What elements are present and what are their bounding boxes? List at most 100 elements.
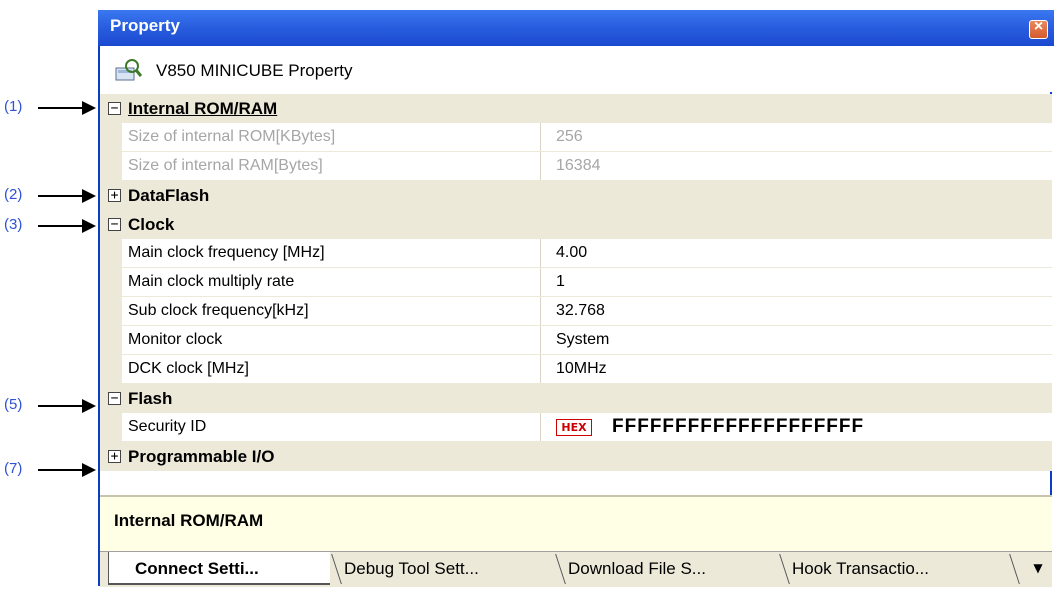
property-row: Size of internal RAM[Bytes] 16384 <box>100 152 1052 181</box>
callout-label: (3) <box>4 216 23 233</box>
category-internal-rom-ram[interactable]: − Internal ROM/RAM <box>100 94 1052 123</box>
column-divider <box>540 413 541 441</box>
property-row[interactable]: Sub clock frequency[kHz] 32.768 <box>100 297 1052 326</box>
tab-debug-tool-settings[interactable]: Debug Tool Sett... <box>344 552 544 585</box>
column-divider <box>540 239 541 267</box>
column-divider <box>540 152 541 180</box>
property-value[interactable]: 1 <box>556 273 565 291</box>
tab-label: Hook Transactio... <box>792 559 930 578</box>
property-name: Main clock multiply rate <box>128 273 295 290</box>
minus-icon: − <box>110 391 119 406</box>
row-gutter <box>100 297 122 325</box>
tab-download-file-settings[interactable]: Download File S... <box>568 552 768 585</box>
column-divider <box>540 268 541 296</box>
property-value: 16384 <box>556 157 601 174</box>
column-divider <box>540 355 541 383</box>
category-flash[interactable]: − Flash <box>100 384 1052 413</box>
tab-separator <box>331 554 342 584</box>
row-gutter <box>100 355 122 383</box>
description-panel: Internal ROM/RAM <box>100 495 1052 551</box>
callout-2: (2) <box>0 184 100 208</box>
tab-strip: Connect Setti... Debug Tool Sett... Down… <box>100 551 1052 587</box>
tab-overflow-icon: ▼ <box>1033 561 1043 575</box>
callout-label: (1) <box>4 98 23 115</box>
plus-icon: + <box>110 188 119 203</box>
arrow-right-icon <box>82 101 96 115</box>
callout-label: (2) <box>4 186 23 203</box>
callout-label: (5) <box>4 396 23 413</box>
arrow-right-icon <box>82 219 96 233</box>
column-divider <box>540 123 541 151</box>
collapse-button[interactable]: − <box>108 101 121 116</box>
callout-arrow-line <box>38 107 84 109</box>
row-gutter <box>100 239 122 267</box>
tab-separator <box>555 554 566 584</box>
property-row[interactable]: DCK clock [MHz] 10MHz <box>100 355 1052 384</box>
callout-arrow-line <box>38 195 84 197</box>
hex-badge-icon: HEX <box>556 419 592 436</box>
arrow-right-icon <box>82 399 96 413</box>
property-header-title: V850 MINICUBE Property <box>156 61 353 80</box>
property-row-security-id[interactable]: Security ID HEX FFFFFFFFFFFFFFFFFFFF <box>100 413 1052 442</box>
callout-arrow-line <box>38 225 84 227</box>
property-name: Size of internal ROM[KBytes] <box>128 128 336 145</box>
row-gutter <box>100 268 122 296</box>
property-value[interactable]: 10MHz <box>556 360 607 378</box>
callout-7: (7) <box>0 458 100 482</box>
property-row[interactable]: Main clock frequency [MHz] 4.00 <box>100 239 1052 268</box>
property-row: Size of internal ROM[KBytes] 256 <box>100 123 1052 152</box>
tab-label: Debug Tool Sett... <box>344 559 479 578</box>
row-gutter <box>100 152 122 180</box>
row-gutter <box>100 413 122 441</box>
tab-separator <box>1009 554 1020 584</box>
tab-separator <box>779 554 790 584</box>
property-name: Security ID <box>128 418 207 435</box>
category-label: Internal ROM/RAM <box>128 99 278 118</box>
callout-1: (1) <box>0 96 100 120</box>
arrow-right-icon <box>82 463 96 477</box>
property-panel: Property × V850 MINICUBE Property − Inte… <box>98 10 1054 587</box>
property-name: Size of internal RAM[Bytes] <box>128 157 323 174</box>
property-row[interactable]: Monitor clock System <box>100 326 1052 355</box>
property-name: Monitor clock <box>128 331 223 348</box>
tab-hook-transaction-settings[interactable]: Hook Transactio... <box>792 552 1010 585</box>
tab-overflow-button[interactable]: ▼ <box>1030 558 1046 578</box>
description-text: Internal ROM/RAM <box>114 511 264 530</box>
properties-icon <box>115 59 142 81</box>
collapse-button[interactable]: − <box>108 217 121 232</box>
category-dataflash[interactable]: + DataFlash <box>100 181 1052 210</box>
property-name: Main clock frequency [MHz] <box>128 244 325 261</box>
plus-icon: + <box>110 449 119 464</box>
minus-icon: − <box>110 217 119 232</box>
expand-button[interactable]: + <box>108 188 121 203</box>
security-id-value[interactable]: FFFFFFFFFFFFFFFFFFFF <box>612 416 864 438</box>
property-value[interactable]: 4.00 <box>556 244 587 262</box>
category-clock[interactable]: − Clock <box>100 210 1052 239</box>
property-value: 256 <box>556 128 583 145</box>
callout-5: (5) <box>0 394 100 418</box>
property-name: DCK clock [MHz] <box>128 360 249 377</box>
property-name: Sub clock frequency[kHz] <box>128 302 309 319</box>
callout-arrow-line <box>38 469 84 471</box>
callout-3: (3) <box>0 214 100 238</box>
collapse-button[interactable]: − <box>108 391 121 406</box>
callout-arrow-line <box>38 405 84 407</box>
property-value[interactable]: System <box>556 331 609 349</box>
callout-label: (7) <box>4 460 23 477</box>
property-value[interactable]: 32.768 <box>556 302 605 320</box>
close-button[interactable]: × <box>1029 18 1048 39</box>
tab-connect-settings[interactable]: Connect Setti... <box>108 552 330 585</box>
row-gutter <box>100 123 122 151</box>
category-label: Clock <box>128 215 175 234</box>
property-header: V850 MINICUBE Property <box>100 46 1052 92</box>
minus-icon: − <box>110 101 119 116</box>
category-label: Flash <box>128 389 173 408</box>
column-divider <box>540 326 541 354</box>
expand-button[interactable]: + <box>108 449 121 464</box>
property-row[interactable]: Main clock multiply rate 1 <box>100 268 1052 297</box>
category-programmable-io[interactable]: + Programmable I/O <box>100 442 1052 471</box>
window-title: Property <box>110 16 180 35</box>
title-bar[interactable]: Property × <box>98 10 1054 46</box>
category-label: DataFlash <box>128 186 210 205</box>
arrow-right-icon <box>82 189 96 203</box>
